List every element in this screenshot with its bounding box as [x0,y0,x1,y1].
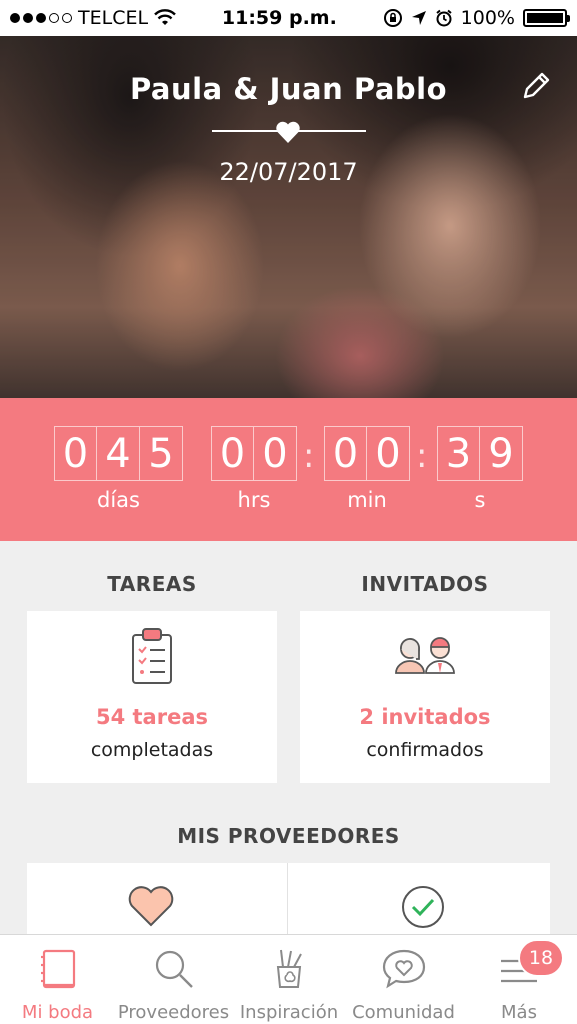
couple-photo: Paula & Juan Pablo 22/07/2017 [0,36,577,398]
vendors-title: MIS PROVEEDORES [177,824,400,848]
seconds-digit: 3 [437,426,480,481]
days-digit: 4 [97,426,140,481]
wedding-date: 22/07/2017 [219,158,358,186]
countdown-hours: 0 0 [211,426,297,481]
battery-icon [522,9,570,27]
minutes-digit: 0 [324,426,367,481]
countdown-days: 0 4 5 [54,426,183,481]
seconds-digit: 9 [480,426,523,481]
tab-label: Proveedores [117,1002,230,1023]
tab-comunidad[interactable]: Comunidad [346,935,461,1024]
guests-subtitle: confirmados [366,739,484,761]
notebook-icon [40,949,75,989]
hours-digit: 0 [211,426,254,481]
pencil-cup-icon [276,949,302,988]
clipboard-checklist-icon [132,628,172,684]
seconds-label: s [474,488,486,512]
countdown-minutes: 0 0 [324,426,410,481]
wifi-icon [154,9,176,25]
notification-badge: 18 [518,939,564,977]
tab-label: Más [501,1002,537,1023]
hours-digit: 0 [254,426,297,481]
days-digit: 5 [140,426,183,481]
battery-percent: 100% [460,7,515,29]
edit-pencil-icon[interactable] [519,69,553,103]
hired-vendors-check-icon[interactable] [401,885,445,929]
status-right: 100% [383,7,570,29]
tab-label: Inspiración [239,1002,339,1023]
tasks-card[interactable]: 54 tareas completadas [27,611,277,783]
guests-title: INVITADOS [361,572,489,596]
vendors-card-divider [287,863,288,943]
bottom-tab-bar: Mi boda Proveedores Inspiración Comunida… [0,934,577,1024]
tab-proveedores[interactable]: Proveedores [115,935,232,1024]
tab-label: Comunidad [352,1002,455,1023]
status-time: 11:59 p.m. [221,7,337,29]
tab-mi-boda[interactable]: Mi boda [0,935,115,1024]
tab-label: Mi boda [21,1002,94,1023]
favorite-vendors-heart-icon[interactable] [128,885,174,927]
minutes-label: min [347,488,387,512]
vendors-card[interactable] [27,863,550,943]
heart-icon [276,121,300,143]
minutes-digit: 0 [367,426,410,481]
search-icon [155,950,193,988]
status-bar: TELCEL 11:59 p.m. 100% [0,0,577,36]
chat-heart-icon [382,949,425,989]
hours-label: hrs [237,488,271,512]
tasks-title: TAREAS [107,572,197,596]
countdown-colon: : [303,436,315,476]
countdown-panel: 0 4 5 0 0 : 0 0 : 3 9 días hrs min s [0,398,577,541]
location-icon [411,11,426,25]
guests-count: 2 invitados [359,705,491,729]
tasks-subtitle: completadas [90,739,214,761]
rotation-lock-icon [383,9,402,27]
status-left: TELCEL [10,7,176,29]
couple-name: Paula & Juan Pablo [129,72,448,106]
tab-inspiracion[interactable]: Inspiración [232,935,346,1024]
days-label: días [97,488,140,512]
signal-strength-icon [10,13,72,23]
alarm-icon [436,9,452,27]
guests-couple-icon [395,637,455,674]
countdown-seconds: 3 9 [437,426,523,481]
countdown-colon: : [416,436,428,476]
days-digit: 0 [54,426,97,481]
tasks-count: 54 tareas [95,705,208,729]
carrier-name: TELCEL [78,7,149,29]
guests-card[interactable]: 2 invitados confirmados [300,611,550,783]
